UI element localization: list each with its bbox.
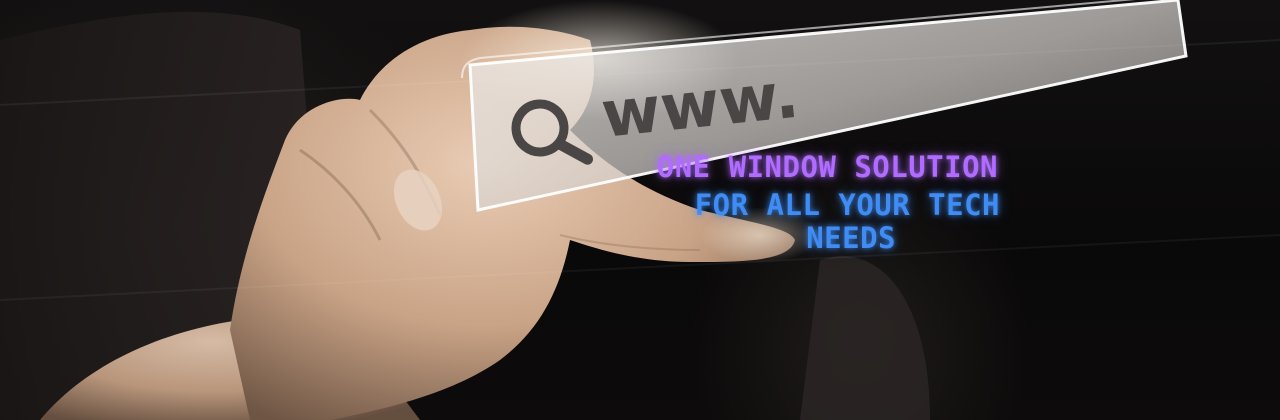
tagline-line-1: ONE WINDOW SOLUTION xyxy=(656,150,998,184)
tagline-line-3: NEEDS xyxy=(806,221,896,255)
hero-banner: www. ONE WINDOW SOLUTION FOR ALL YOUR TE… xyxy=(0,0,1280,420)
jacket-right xyxy=(800,256,930,420)
hand-photo xyxy=(0,0,1280,420)
tagline-line-2: FOR ALL YOUR TECH xyxy=(694,188,1000,222)
